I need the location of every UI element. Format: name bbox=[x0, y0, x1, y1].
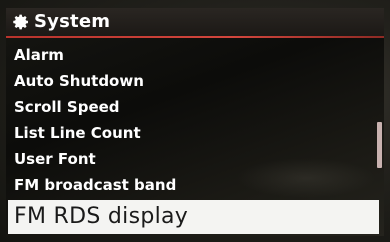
title-divider bbox=[6, 36, 384, 38]
menu-item-fm-rds-display[interactable]: FM RDS display bbox=[8, 200, 379, 234]
menu-item-auto-shutdown[interactable]: Auto Shutdown bbox=[6, 68, 374, 94]
display-screen: System Alarm Auto Shutdown Scroll Speed … bbox=[6, 8, 384, 236]
gear-icon bbox=[13, 14, 28, 30]
menu-item-fm-broadcast-band[interactable]: FM broadcast band bbox=[6, 172, 374, 198]
device-bezel: System Alarm Auto Shutdown Scroll Speed … bbox=[0, 0, 390, 242]
menu-item-scroll-speed[interactable]: Scroll Speed bbox=[6, 94, 374, 120]
scrollbar-thumb[interactable] bbox=[377, 122, 382, 168]
menu-item-alarm[interactable]: Alarm bbox=[6, 42, 374, 68]
menu-item-user-font[interactable]: User Font bbox=[6, 146, 374, 172]
menu-item-list-line-count[interactable]: List Line Count bbox=[6, 120, 374, 146]
scrollbar[interactable] bbox=[377, 42, 382, 200]
header-bar: System bbox=[6, 8, 384, 38]
page-title: System bbox=[34, 11, 111, 32]
